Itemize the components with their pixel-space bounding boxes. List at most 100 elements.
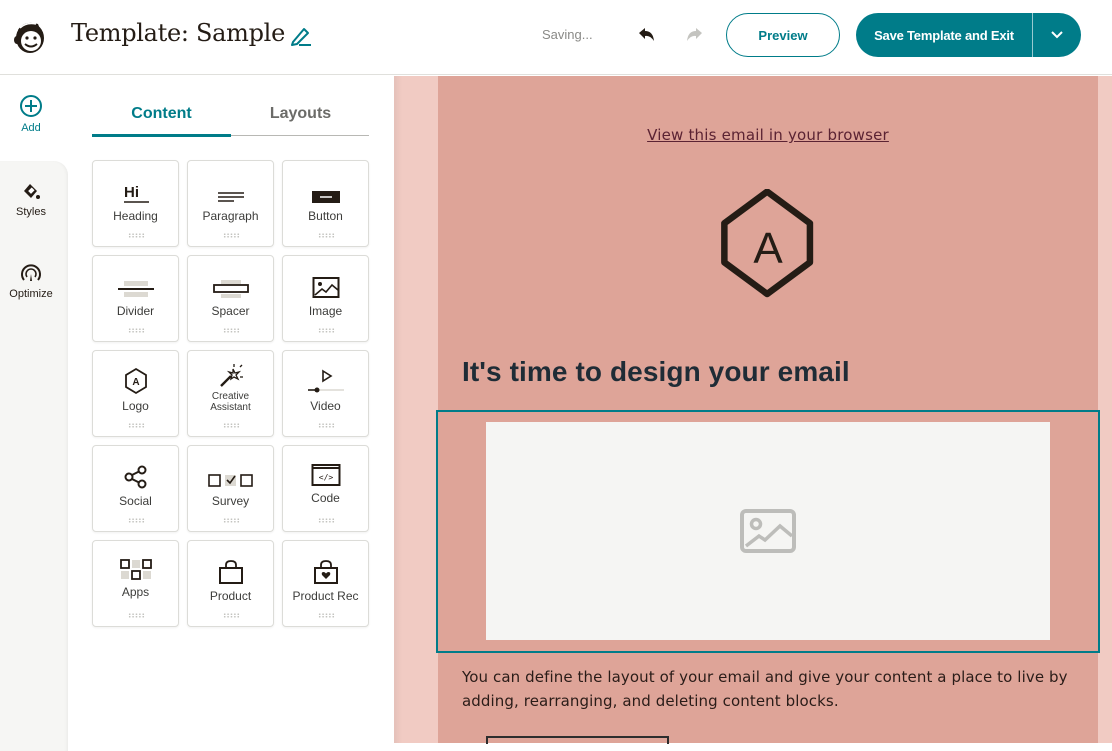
chevron-down-icon	[1051, 31, 1063, 39]
rail-item-optimize[interactable]: Optimize	[0, 262, 62, 300]
save-status: Saving...	[542, 27, 593, 42]
image-icon	[312, 277, 339, 298]
drag-handle[interactable]	[318, 328, 335, 333]
survey-icon	[207, 474, 253, 487]
gauge-icon	[21, 264, 41, 281]
drag-handle[interactable]	[128, 233, 145, 238]
paint-bucket-icon	[24, 184, 40, 199]
drag-handle[interactable]	[223, 613, 240, 618]
rail-item-styles[interactable]: Styles	[0, 180, 62, 218]
divider-icon	[117, 281, 154, 297]
plus-circle-icon	[20, 95, 42, 117]
spacer-icon	[212, 280, 249, 298]
block-survey[interactable]: Survey	[187, 445, 274, 532]
code-icon-text: </>	[318, 473, 333, 482]
block-social[interactable]: Social	[92, 445, 179, 532]
paragraph-icon	[217, 192, 244, 202]
drag-handle[interactable]	[128, 613, 145, 618]
save-options-dropdown[interactable]	[1033, 13, 1081, 57]
block-label: Product	[209, 589, 252, 603]
rail-background	[0, 161, 68, 751]
email-logo-hex-icon[interactable]: A	[713, 189, 823, 309]
video-icon	[307, 369, 344, 393]
email-heading[interactable]: It's time to design your email	[462, 356, 850, 388]
magic-wand-icon	[219, 364, 243, 387]
save-button-group: Save Template and Exit	[856, 13, 1081, 57]
drag-handle[interactable]	[128, 518, 145, 523]
preview-button[interactable]: Preview	[726, 13, 840, 57]
button-icon	[311, 191, 340, 203]
view-in-browser-link[interactable]: View this email in your browser	[438, 126, 1098, 144]
drag-handle[interactable]	[223, 423, 240, 428]
svg-text:A: A	[132, 377, 139, 388]
rail-item-label: Add	[21, 122, 41, 134]
block-image[interactable]: Image	[282, 255, 369, 342]
panel-tabs: Content Layouts	[92, 94, 370, 137]
image-placeholder[interactable]	[486, 422, 1050, 640]
drag-handle[interactable]	[223, 328, 240, 333]
block-spacer[interactable]: Spacer	[187, 255, 274, 342]
block-label: Creative Assistant	[210, 391, 251, 413]
save-template-and-exit-button[interactable]: Save Template and Exit	[856, 13, 1033, 57]
mailchimp-logo-icon[interactable]	[10, 16, 50, 56]
content-panel: Content Layouts Hi Heading Paragraph But…	[68, 76, 394, 743]
block-product-rec[interactable]: Product Rec	[282, 540, 369, 627]
drag-handle[interactable]	[128, 328, 145, 333]
block-label: Image	[308, 304, 343, 318]
rail-item-label: Optimize	[9, 288, 53, 300]
block-apps[interactable]: Apps	[92, 540, 179, 627]
block-divider[interactable]: Divider	[92, 255, 179, 342]
drag-handle[interactable]	[318, 613, 335, 618]
drag-handle[interactable]	[223, 233, 240, 238]
pencil-icon[interactable]	[289, 25, 313, 47]
email-image-block-selected[interactable]	[436, 410, 1100, 653]
canvas-shadow	[394, 76, 402, 743]
bag-icon	[218, 560, 243, 584]
block-heading[interactable]: Hi Heading	[92, 160, 179, 247]
share-icon	[124, 465, 146, 489]
apps-icon	[119, 559, 152, 580]
block-paragraph[interactable]: Paragraph	[187, 160, 274, 247]
logo-hex-icon: A	[124, 367, 147, 395]
block-label: Logo	[122, 399, 149, 413]
block-button[interactable]: Button	[282, 160, 369, 247]
rail-item-label: Styles	[16, 206, 46, 218]
block-video[interactable]: Video	[282, 350, 369, 437]
block-label: Product Rec	[292, 589, 359, 603]
undo-icon[interactable]	[636, 25, 658, 45]
code-icon: </>	[311, 464, 340, 486]
template-title: Template: Sample	[71, 19, 285, 47]
svg-text:Hi: Hi	[124, 184, 139, 201]
drag-handle[interactable]	[318, 233, 335, 238]
tab-layouts[interactable]: Layouts	[231, 94, 370, 135]
tab-content[interactable]: Content	[92, 94, 231, 137]
block-label: Video	[310, 399, 341, 413]
block-label: Survey	[211, 494, 250, 508]
block-logo[interactable]: A Logo	[92, 350, 179, 437]
content-blocks-grid: Hi Heading Paragraph Button Divider Spac…	[92, 160, 369, 627]
drag-handle[interactable]	[318, 423, 335, 428]
email-paragraph[interactable]: You can define the layout of your email …	[462, 665, 1082, 713]
heading-icon: Hi	[123, 184, 149, 203]
block-label: Divider	[116, 304, 155, 318]
block-label: Spacer	[211, 304, 250, 318]
block-code[interactable]: </> Code	[282, 445, 369, 532]
top-bar: Template: Sample Saving... Preview Save …	[0, 0, 1112, 75]
block-product[interactable]: Product	[187, 540, 274, 627]
block-label: Heading	[113, 209, 158, 223]
block-label: Apps	[121, 585, 150, 599]
email-logo-letter: A	[753, 224, 783, 273]
drag-handle[interactable]	[318, 518, 335, 523]
drag-handle[interactable]	[128, 423, 145, 428]
redo-icon[interactable]	[683, 25, 705, 45]
bag-heart-icon	[313, 560, 338, 584]
block-label: Code	[311, 491, 340, 505]
left-rail: Add Styles Optimize	[0, 76, 68, 751]
rail-item-add[interactable]: Add	[0, 94, 62, 134]
block-creative-assistant[interactable]: Creative Assistant	[187, 350, 274, 437]
drag-handle[interactable]	[223, 518, 240, 523]
block-label: Paragraph	[202, 209, 259, 223]
block-label: Social	[119, 494, 152, 508]
block-label: Button	[308, 209, 343, 223]
image-placeholder-icon	[740, 509, 796, 553]
